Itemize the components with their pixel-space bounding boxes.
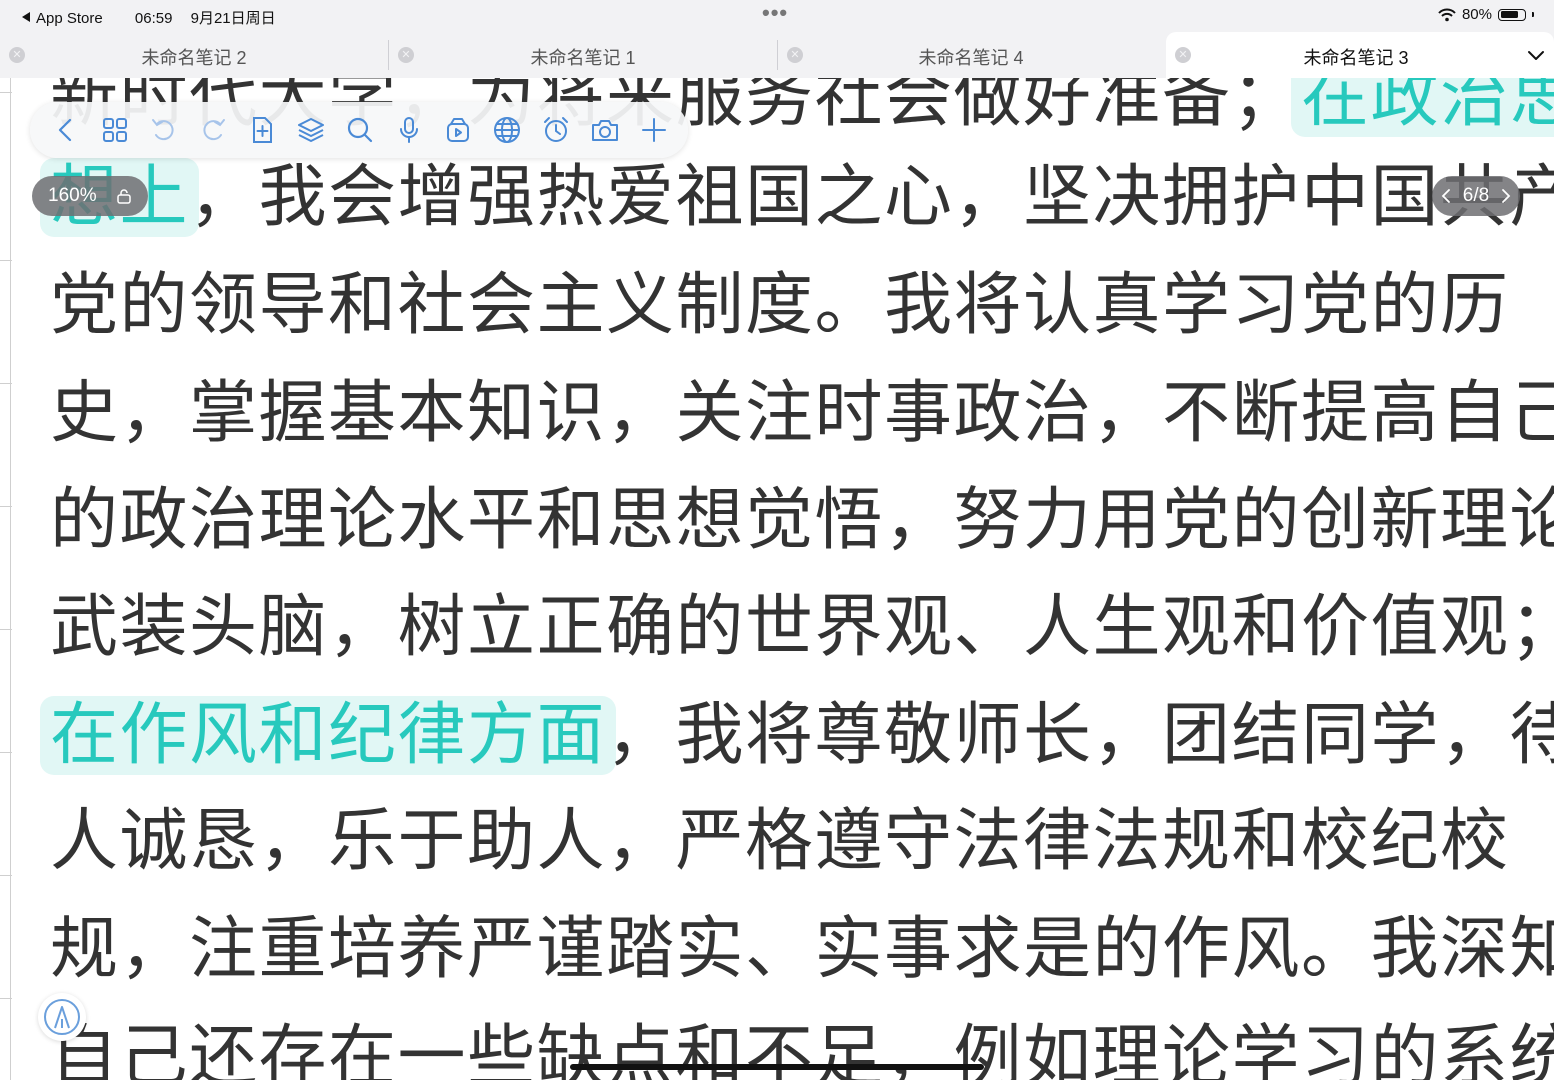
add-icon[interactable] [638, 114, 670, 146]
margin-tick [0, 506, 12, 507]
home-indicator[interactable] [570, 1064, 984, 1070]
redo-icon[interactable] [197, 114, 229, 146]
back-to-app-link[interactable]: App Store [22, 10, 117, 27]
tab-note-3[interactable]: ✕ 未命名笔记 3 [1166, 32, 1554, 78]
highlighted-text: 在政治思 [1291, 78, 1554, 137]
note-line: 武装头脑，树立正确的世界观、人生观和价值观； [50, 588, 1554, 667]
status-right: 80% [1438, 6, 1534, 23]
layers-icon[interactable] [295, 114, 327, 146]
battery-icon [1498, 8, 1526, 21]
note-line: 规，注重培养严谨踏实、实事求是的作风。我深知 [50, 910, 1554, 989]
grid-icon[interactable] [99, 114, 131, 146]
camera-icon[interactable] [589, 114, 621, 146]
battery-tip [1532, 12, 1534, 17]
note-line: 在作风和纪律方面，我将尊敬师长，团结同学，待 [40, 696, 1554, 776]
line-text: ，我将尊敬师长，团结同学，待 [606, 696, 1554, 775]
status-left: App Store 06:59 9月21日周日 [22, 7, 290, 28]
microphone-icon[interactable] [393, 114, 425, 146]
multitask-menu[interactable]: ••• [762, 2, 788, 24]
zoom-level: 160% [48, 185, 97, 206]
tab-note-2[interactable]: ✕ 未命名笔记 2 [0, 32, 388, 78]
globe-icon[interactable] [491, 114, 523, 146]
highlighted-text: 在作风和纪律方面 [40, 696, 617, 775]
status-date: 9月21日周日 [190, 10, 276, 27]
tab-label: 未命名笔记 1 [530, 48, 636, 68]
battery-percent: 80% [1461, 6, 1492, 23]
floating-toolbar [30, 102, 688, 158]
note-canvas[interactable]: 新时代大学，为将来服务社会做好准备；在政治思 想上，我会增强热爱祖国之心，坚决拥… [0, 78, 1554, 1080]
margin-tick [0, 383, 12, 384]
margin-tick [0, 260, 12, 261]
tab-note-1[interactable]: ✕ 未命名笔记 1 [389, 32, 777, 78]
note-line: 自己还存在一些缺点和不足，例如理论学习的系统 [50, 1018, 1554, 1080]
wifi-icon [1438, 8, 1456, 21]
lock-icon[interactable] [116, 188, 132, 204]
add-page-icon[interactable] [246, 114, 278, 146]
note-line: 想上，我会增强热爱祖国之心，坚决拥护中国共产 [40, 158, 1554, 238]
note-line: 人诚恳，乐于助人，严格遵守法律法规和校纪校 [50, 802, 1510, 881]
tab-label: 未命名笔记 4 [918, 48, 1024, 68]
page-margin-line [10, 78, 11, 1080]
pencil-mode-button[interactable] [38, 993, 86, 1041]
tab-label: 未命名笔记 3 [1303, 48, 1409, 68]
next-page-icon[interactable] [1500, 187, 1512, 205]
note-line: 党的领导和社会主义制度。我将认真学习党的历 [50, 266, 1510, 345]
note-line: 的政治理论水平和思想觉悟，努力用党的创新理论 [50, 481, 1554, 560]
margin-tick [0, 875, 12, 876]
undo-icon[interactable] [148, 114, 180, 146]
tab-note-4[interactable]: ✕ 未命名笔记 4 [778, 32, 1164, 78]
margin-tick [0, 92, 12, 93]
tab-bar: ✕ 未命名笔记 2 ✕ 未命名笔记 1 ✕ 未命名笔记 4 ✕ 未命名笔记 3 [0, 32, 1554, 78]
margin-tick [0, 629, 12, 630]
status-bar: App Store 06:59 9月21日周日 ••• 80% [0, 0, 1554, 32]
margin-tick [0, 998, 12, 999]
zoom-indicator[interactable]: 160% [32, 176, 148, 216]
page-indicator: 6/8 [1432, 176, 1520, 216]
back-icon[interactable] [50, 114, 82, 146]
line-text: ，我会增强热爱祖国之心，坚决拥护中国共产 [189, 158, 1554, 237]
status-time: 06:59 [134, 10, 173, 27]
timer-icon[interactable] [540, 114, 572, 146]
note-line: 史，掌握基本知识，关注时事政治，不断提高自己 [50, 374, 1554, 453]
back-app-label: App Store [36, 10, 103, 27]
clip-icon[interactable] [442, 114, 474, 146]
chevron-down-icon[interactable] [1526, 48, 1546, 62]
pen-tip-icon [44, 999, 80, 1035]
back-triangle-icon [22, 12, 30, 22]
battery-fill [1500, 11, 1519, 18]
margin-tick [0, 752, 12, 753]
search-icon[interactable] [344, 114, 376, 146]
tab-label: 未命名笔记 2 [141, 48, 247, 68]
